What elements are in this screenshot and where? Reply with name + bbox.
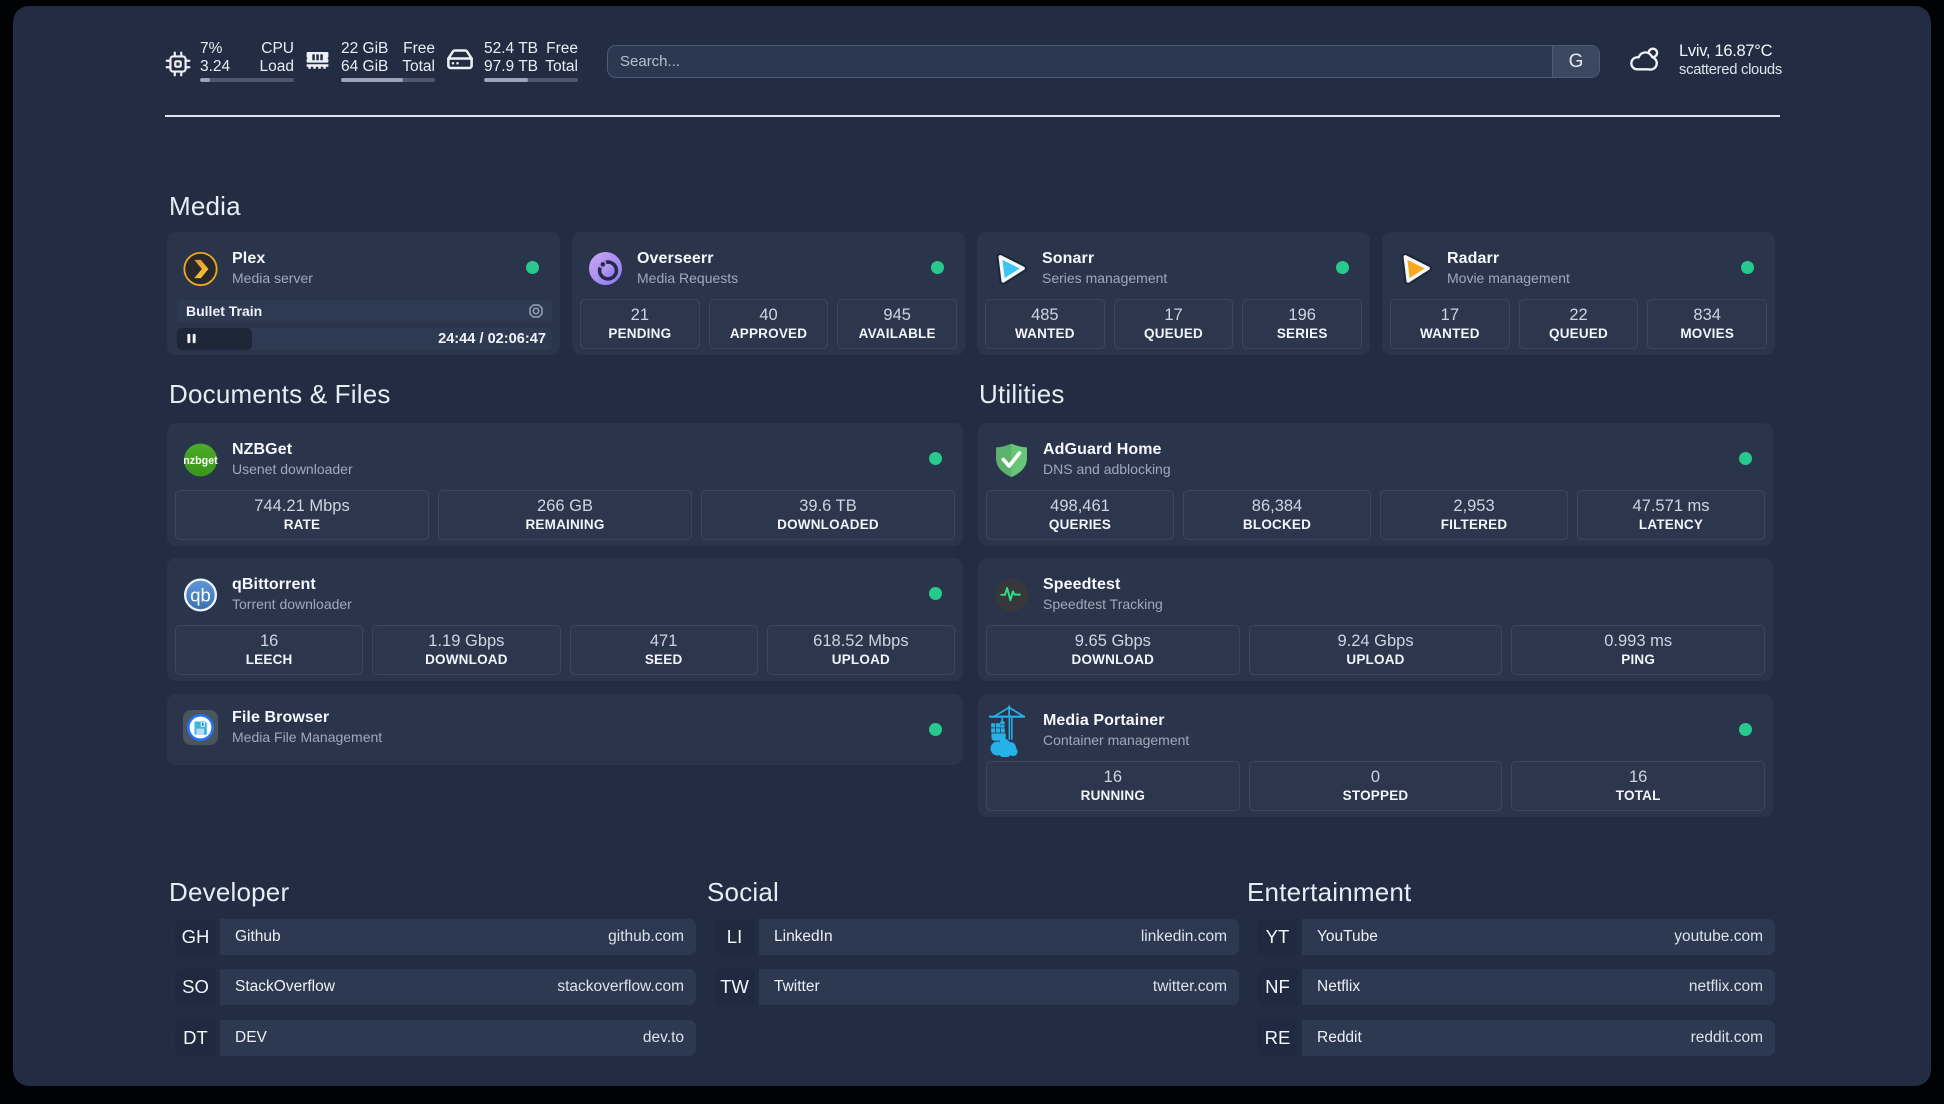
- svg-text:nzbget: nzbget: [183, 454, 218, 466]
- svg-text:qb: qb: [190, 584, 211, 605]
